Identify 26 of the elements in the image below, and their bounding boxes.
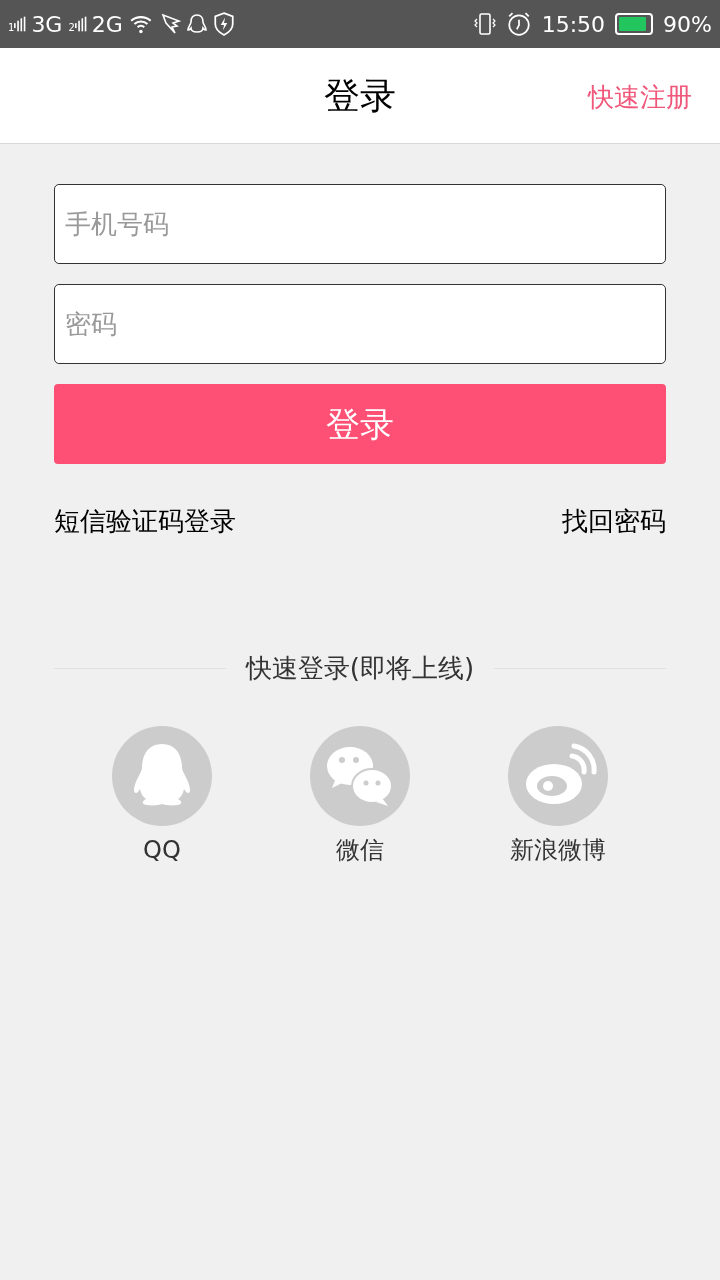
social-login-button[interactable]: QQ <box>112 726 212 868</box>
network-type: 3G <box>31 10 63 39</box>
sms-login-link[interactable]: 短信验证码登录 <box>54 502 236 541</box>
signal-icon <box>74 15 88 33</box>
battery-icon <box>615 13 654 35</box>
penguin-icon <box>112 726 212 826</box>
page-title: 登录 <box>324 73 396 118</box>
signal-icon <box>14 15 28 33</box>
alarm-icon <box>505 11 532 37</box>
quick-login-title: 快速登录(即将上线) <box>245 652 475 685</box>
social-login-button[interactable]: 微信 <box>310 726 410 868</box>
network-type: 2G <box>91 10 123 39</box>
eye-waves-icon <box>508 726 608 826</box>
clock-time: 15:50 <box>541 10 606 39</box>
social-login-button[interactable]: 新浪微博 <box>508 726 608 868</box>
chat-bubbles-icon <box>310 726 410 826</box>
phone-input[interactable]: 手机号码 <box>54 184 666 264</box>
password-input[interactable]: 密码 <box>54 284 666 364</box>
sim-number: 2 <box>68 23 75 33</box>
vibrate-icon <box>473 12 496 36</box>
forgot-password-link[interactable]: 找回密码 <box>562 502 666 541</box>
penguin-outline-icon <box>186 13 207 35</box>
wing-icon <box>160 13 181 35</box>
shield-bolt-icon <box>212 12 235 36</box>
battery-percent: 90% <box>663 10 712 39</box>
sim-number: 1 <box>8 23 15 33</box>
